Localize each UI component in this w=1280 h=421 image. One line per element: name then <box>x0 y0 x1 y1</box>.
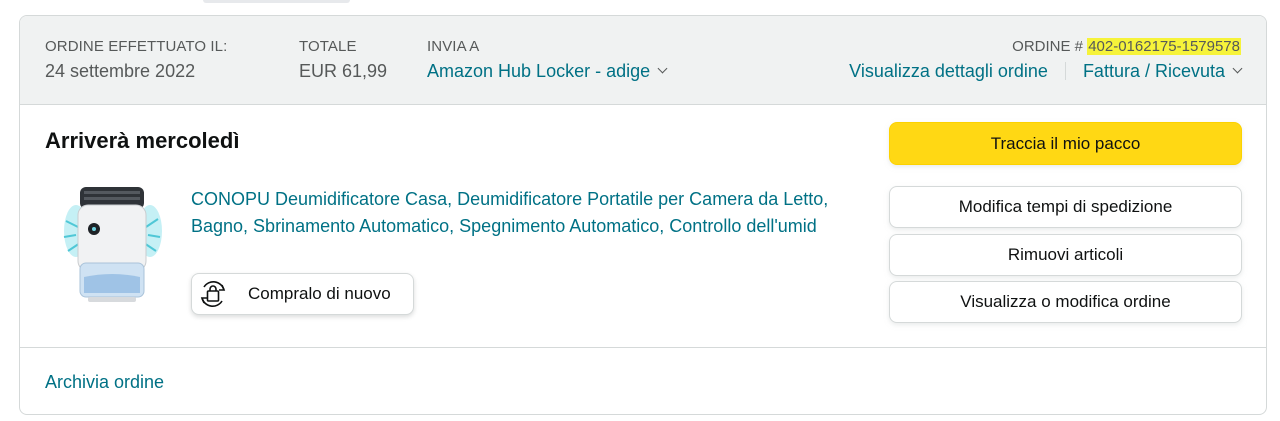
total-label: TOTALE <box>299 38 357 55</box>
ship-to-column: INVIA A Amazon Hub Locker - adige <box>427 37 668 84</box>
order-number-column: ORDINE # 402-0162175-1579578 Visualizza … <box>849 37 1243 84</box>
top-tab-fragment <box>203 0 350 3</box>
order-number-value: 402-0162175-1579578 <box>1087 38 1241 55</box>
chevron-down-icon <box>1232 63 1243 74</box>
remove-items-button[interactable]: Rimuovi articoli <box>889 234 1242 276</box>
ship-to-link[interactable]: Amazon Hub Locker - adige <box>427 58 668 84</box>
order-placed-column: ORDINE EFFETTUATO IL: 24 settembre 2022 <box>45 37 227 84</box>
ship-to-value: Amazon Hub Locker - adige <box>427 61 651 81</box>
chevron-down-icon <box>657 63 668 74</box>
order-details-link[interactable]: Visualizza dettagli ordine <box>849 61 1048 81</box>
change-delivery-button[interactable]: Modifica tempi di spedizione <box>889 186 1242 228</box>
order-placed-label: ORDINE EFFETTUATO IL: <box>45 38 228 55</box>
buy-again-label: Compralo di nuovo <box>248 284 391 303</box>
section-divider <box>20 347 1266 348</box>
link-separator <box>1064 62 1066 80</box>
order-header: ORDINE EFFETTUATO IL: 24 settembre 2022 … <box>20 16 1266 105</box>
reorder-bag-icon <box>194 275 232 313</box>
total-value: EUR 61,99 <box>299 61 388 81</box>
product-image[interactable] <box>58 181 166 307</box>
order-number-line: ORDINE # 402-0162175-1579578 <box>849 37 1241 57</box>
order-card: ORDINE EFFETTUATO IL: 24 settembre 2022 … <box>19 15 1267 415</box>
order-number-label: ORDINE # <box>1012 38 1084 55</box>
order-placed-date: 24 settembre 2022 <box>45 61 196 81</box>
archive-order-link[interactable]: Archivia ordine <box>45 369 164 395</box>
delivery-status: Arriverà mercoledì <box>45 128 240 153</box>
invoice-link[interactable]: Fattura / Ricevuta <box>1082 61 1243 81</box>
buy-again-button[interactable]: Compralo di nuovo <box>191 273 414 315</box>
total-column: TOTALE EUR 61,99 <box>299 37 387 84</box>
invoice-link-label: Fattura / Ricevuta <box>1082 61 1225 81</box>
product-title-link[interactable]: CONOPU Deumidificatore Casa, Deumidifica… <box>191 186 881 240</box>
track-package-button[interactable]: Traccia il mio pacco <box>889 122 1242 165</box>
order-links: Visualizza dettagli ordine Fattura / Rice… <box>849 58 1243 84</box>
view-edit-order-button[interactable]: Visualizza o modifica ordine <box>889 281 1242 323</box>
ship-to-label: INVIA A <box>427 38 480 55</box>
